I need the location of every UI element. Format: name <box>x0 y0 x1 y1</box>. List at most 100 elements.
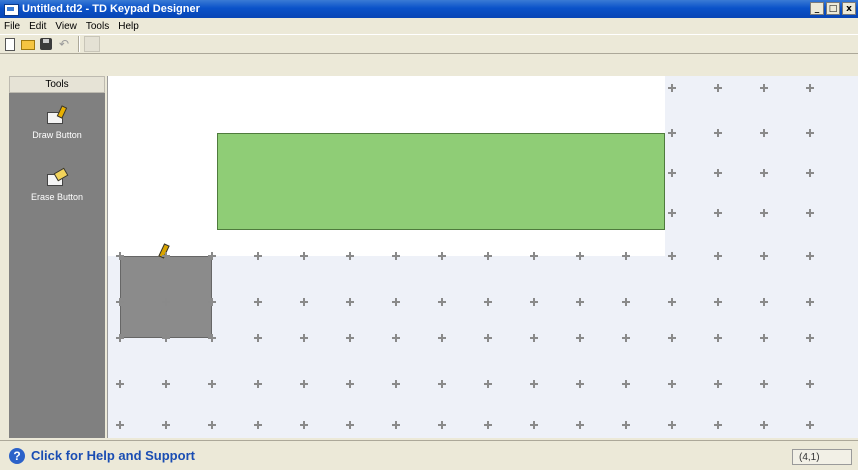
toolbar-separator <box>78 36 80 52</box>
grid-point-icon <box>392 380 400 388</box>
window-title: Untitled.td2 - TD Keypad Designer <box>22 3 200 15</box>
grid-point-icon <box>162 334 170 342</box>
menu-file[interactable]: File <box>4 21 20 32</box>
new-document-icon[interactable] <box>5 37 15 51</box>
grid-point-icon <box>162 421 170 429</box>
grid-point-icon <box>760 129 768 137</box>
grid-point-icon <box>806 421 814 429</box>
grid-point-icon <box>116 421 124 429</box>
grid-point-icon <box>484 252 492 260</box>
toolbar: ↶ <box>0 34 858 54</box>
menu-view[interactable]: View <box>55 21 77 32</box>
grid-point-icon <box>438 421 446 429</box>
grid-point-icon <box>622 421 630 429</box>
grid-point-icon <box>300 298 308 306</box>
grid-point-icon <box>162 252 170 260</box>
placed-keypad-button[interactable] <box>217 133 665 230</box>
grid-point-icon <box>346 380 354 388</box>
minimize-button[interactable]: _ <box>810 2 824 15</box>
save-icon[interactable] <box>38 36 54 52</box>
grid-point-icon <box>300 380 308 388</box>
close-button[interactable]: x <box>842 2 856 15</box>
grid-point-icon <box>484 298 492 306</box>
grid-point-icon <box>668 252 676 260</box>
open-folder-icon[interactable] <box>20 36 36 52</box>
grid-point-icon <box>116 334 124 342</box>
grid-point-icon <box>806 169 814 177</box>
grid-region-bottom <box>108 256 858 438</box>
grid-point-icon <box>346 421 354 429</box>
grid-region-right <box>665 76 858 256</box>
menu-help[interactable]: Help <box>118 21 139 32</box>
grid-point-icon <box>760 334 768 342</box>
grid-point-icon <box>760 252 768 260</box>
erase-button-tool[interactable]: Erase Button <box>9 168 105 202</box>
grid-point-icon <box>208 252 216 260</box>
grid-point-icon <box>116 298 124 306</box>
grid-point-icon <box>254 252 262 260</box>
grid-point-icon <box>668 209 676 217</box>
grid-point-icon <box>392 252 400 260</box>
button-draw-preview[interactable] <box>120 256 212 338</box>
grid-point-icon <box>254 298 262 306</box>
grid-point-icon <box>806 209 814 217</box>
help-support-link[interactable]: Click for Help and Support <box>31 448 195 463</box>
grid-point-icon <box>530 380 538 388</box>
grid-point-icon <box>438 252 446 260</box>
grid-point-icon <box>806 252 814 260</box>
grid-point-icon <box>346 252 354 260</box>
grid-point-icon <box>346 298 354 306</box>
grid-point-icon <box>760 421 768 429</box>
grid-point-icon <box>300 252 308 260</box>
grid-point-icon <box>116 252 124 260</box>
grid-point-icon <box>668 380 676 388</box>
title-bar: Untitled.td2 - TD Keypad Designer _ □ x <box>0 0 858 18</box>
grid-point-icon <box>530 421 538 429</box>
grid-point-icon <box>208 298 216 306</box>
tools-panel: Tools Draw Button Erase Button <box>9 76 105 438</box>
grid-point-icon <box>806 298 814 306</box>
grid-point-icon <box>714 421 722 429</box>
grid-point-icon <box>438 334 446 342</box>
coordinate-readout: (4,1) <box>792 449 852 465</box>
help-icon[interactable]: ? <box>9 448 25 464</box>
grid-point-icon <box>668 298 676 306</box>
grid-point-icon <box>576 380 584 388</box>
grid-point-icon <box>530 298 538 306</box>
grid-point-icon <box>806 380 814 388</box>
grid-point-icon <box>622 380 630 388</box>
grid-point-icon <box>392 421 400 429</box>
menu-edit[interactable]: Edit <box>29 21 46 32</box>
undo-icon[interactable]: ↶ <box>56 36 72 52</box>
grid-point-icon <box>760 298 768 306</box>
grid-point-icon <box>668 169 676 177</box>
grid-point-icon <box>392 334 400 342</box>
grid-point-icon <box>806 84 814 92</box>
grid-point-icon <box>438 298 446 306</box>
app-icon <box>4 4 19 16</box>
grid-point-icon <box>714 129 722 137</box>
grid-point-icon <box>760 169 768 177</box>
grid-point-icon <box>254 421 262 429</box>
grid-point-icon <box>714 84 722 92</box>
maximize-button[interactable]: □ <box>826 2 840 15</box>
draw-button-icon <box>45 106 69 126</box>
erase-button-icon <box>45 168 69 188</box>
status-bar: ? Click for Help and Support (4,1) <box>0 440 858 470</box>
grid-point-icon <box>576 421 584 429</box>
menu-bar: File Edit View Tools Help <box>0 18 858 34</box>
grid-point-icon <box>300 421 308 429</box>
grid-point-icon <box>208 380 216 388</box>
grid-point-icon <box>760 84 768 92</box>
draw-button-tool[interactable]: Draw Button <box>9 106 105 140</box>
grid-point-icon <box>760 380 768 388</box>
grid-point-icon <box>576 334 584 342</box>
grid-point-icon <box>300 334 308 342</box>
window-controls: _ □ x <box>810 2 856 15</box>
grid-point-icon <box>668 129 676 137</box>
menu-tools[interactable]: Tools <box>86 21 109 32</box>
grid-point-icon <box>668 334 676 342</box>
grid-point-icon <box>760 209 768 217</box>
grid-point-icon <box>484 421 492 429</box>
design-canvas[interactable] <box>107 76 858 438</box>
